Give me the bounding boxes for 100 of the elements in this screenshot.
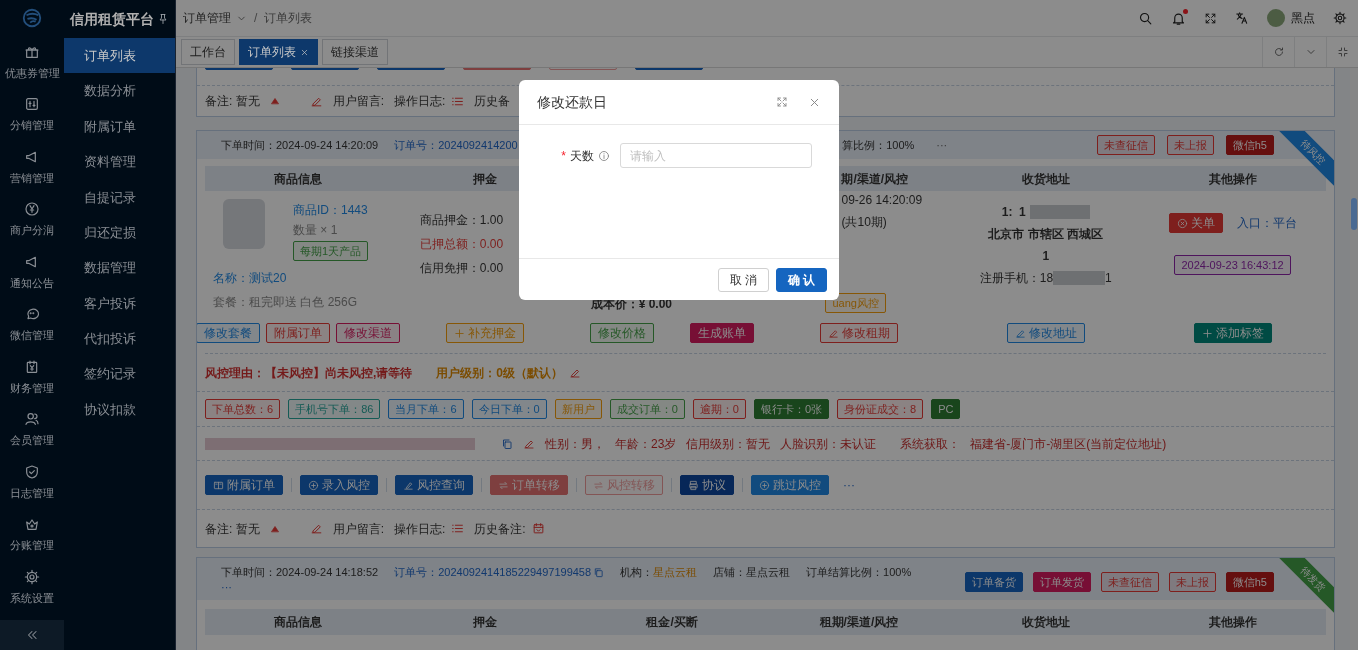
nav-item[interactable]: 优惠券管理 <box>0 36 64 89</box>
cancel-button[interactable]: 取 消 <box>718 267 769 292</box>
deposit-line: 商品押金：1.00 <box>419 212 505 229</box>
menu-item[interactable]: 订单列表 <box>64 38 175 74</box>
user-message-label: 用户留言: <box>332 93 384 110</box>
history-remark-label: 历史备 <box>474 93 511 110</box>
logo-icon <box>21 7 43 29</box>
action-button[interactable]: 风控查询 <box>395 475 473 495</box>
operation-log-label: 操作日志: <box>394 520 446 538</box>
profile-field: 信用级别：暂无 <box>686 434 771 453</box>
nav-item[interactable]: 微信管理 <box>0 298 64 351</box>
tag: 未查征信 <box>1096 135 1155 155</box>
tag: 今日下单：0 <box>471 399 547 419</box>
order-time: 下单时间：2024-09-24 14:20:09 <box>221 137 379 153</box>
menu-item[interactable]: 数据管理 <box>64 250 175 286</box>
menu-item[interactable]: 归还定损 <box>64 214 175 251</box>
order-time: 下单时间：2024-09-24 14:18:52 <box>221 565 379 580</box>
column-header: 其他操作 <box>1208 614 1257 631</box>
menu-item[interactable]: 客户投诉 <box>64 285 175 322</box>
registered-phone: 注册手机：18 <box>979 270 1054 287</box>
menu-item[interactable]: 签约记录 <box>64 356 175 392</box>
nav-item[interactable]: 分销管理 <box>0 88 64 141</box>
chat-icon <box>24 306 40 322</box>
menu-item[interactable]: 代扣投诉 <box>64 321 175 357</box>
tag: 新用户 <box>554 399 602 419</box>
action-button[interactable]: 关单 <box>1168 213 1223 233</box>
history-remark-label: 历史备注: <box>474 520 526 538</box>
tag: 成交订单：0 <box>609 399 685 419</box>
order-number[interactable]: 订单号：2024092414185229497199458 <box>394 564 592 581</box>
risk-reason: 风控理由：【未风控】尚未风控,请等待 <box>205 364 413 382</box>
column-header: 租期/渠道/风控 <box>819 614 899 631</box>
tag: 身份证成交：8 <box>837 399 924 419</box>
menu-item[interactable]: 数据分析 <box>64 73 175 109</box>
settlement-ratio: 算比例：100% <box>842 137 915 153</box>
edit-icon <box>1014 327 1026 339</box>
column-header: 押金 <box>473 170 498 188</box>
scroll-thumb[interactable] <box>1351 198 1357 230</box>
settings-icon <box>24 568 40 585</box>
edit-icon <box>827 327 839 339</box>
pin-icon <box>157 13 169 25</box>
nav-item[interactable]: 会员管理 <box>0 403 64 456</box>
more-link[interactable]: ··· <box>936 136 948 154</box>
printer-icon <box>688 479 699 491</box>
profile-field: 人脸识别：未认证 <box>780 434 877 453</box>
column-header: 商品信息 <box>274 614 323 631</box>
nav-item[interactable]: 商户分润 <box>0 193 64 246</box>
tag: 下单总数：6 <box>205 399 281 419</box>
more-link[interactable]: ··· <box>221 580 912 593</box>
ledger-icon <box>24 358 40 375</box>
product-id: 商品ID：1443 <box>293 202 369 219</box>
phone-end: 1 <box>1105 270 1112 287</box>
days-input[interactable]: 请输入 <box>620 143 812 168</box>
dialog-title: 修改还款日 <box>537 92 607 112</box>
bell-icon <box>1171 10 1186 26</box>
tab[interactable]: 工作台 <box>181 39 235 65</box>
period-count: (共10期) <box>841 214 888 231</box>
menu-item[interactable]: 协议扣款 <box>64 391 175 428</box>
nav-item[interactable]: 系统设置 <box>0 561 64 614</box>
action-button[interactable]: 附属订单 <box>205 475 283 495</box>
translate-icon <box>1235 11 1249 25</box>
pen-icon <box>403 479 414 491</box>
more-link[interactable]: ··· <box>843 476 855 494</box>
tag: 每期1天产品 <box>293 241 369 261</box>
action-button[interactable]: 修改渠道 <box>336 323 401 343</box>
agency-label: 机构： <box>620 565 654 580</box>
confirm-button[interactable]: 确 认 <box>776 267 827 292</box>
nav-item[interactable]: 财务管理 <box>0 351 64 404</box>
action-button[interactable]: 协议 <box>680 475 734 495</box>
tab[interactable]: 订单列表 <box>239 39 318 65</box>
redacted-block <box>1053 271 1106 285</box>
breadcrumb-link[interactable]: 订单管理 <box>183 9 231 27</box>
info-icon <box>598 149 610 162</box>
menu-item[interactable]: 附属订单 <box>64 108 175 145</box>
settings-icon <box>1333 11 1347 25</box>
agency-name: 星点云租 <box>653 565 698 580</box>
action-button[interactable]: 添加标签 <box>1193 323 1272 343</box>
tag: 订单发货 <box>1032 572 1091 592</box>
action-button[interactable]: 生成账单 <box>690 323 755 343</box>
nav-item[interactable]: 日志管理 <box>0 456 64 509</box>
app-title: 信用租赁平台 <box>70 9 154 29</box>
action-button[interactable]: 录入风控 <box>300 475 378 495</box>
nav-item[interactable]: 分账管理 <box>0 508 64 561</box>
column-header: 押金 <box>473 614 498 631</box>
collapse-triangle-icon <box>269 96 280 106</box>
collapse-button[interactable] <box>0 620 64 650</box>
tag: 未查征信 <box>1100 572 1159 592</box>
order-number[interactable]: 订单号：2024092414200 <box>394 138 518 151</box>
nav-item[interactable]: 通知公告 <box>0 246 64 299</box>
menu-item[interactable]: 自提记录 <box>64 179 175 215</box>
avatar[interactable] <box>1267 9 1285 27</box>
nav-item[interactable]: 营销管理 <box>0 141 64 194</box>
document-icon <box>213 479 224 491</box>
swap-icon <box>498 479 509 491</box>
user-name[interactable]: 黑点 <box>1291 9 1315 27</box>
tab[interactable]: 链接渠道 <box>322 39 388 65</box>
location-text: 福建省-厦门市-湖里区(当前定位地址) <box>970 435 1167 453</box>
deposit-line: 信用免押：0.00 <box>419 260 505 277</box>
column-header: 期/渠道/风控 <box>841 170 909 188</box>
menu-item[interactable]: 资料管理 <box>64 144 175 180</box>
remark-text: 备注: 暂无 <box>205 520 260 538</box>
